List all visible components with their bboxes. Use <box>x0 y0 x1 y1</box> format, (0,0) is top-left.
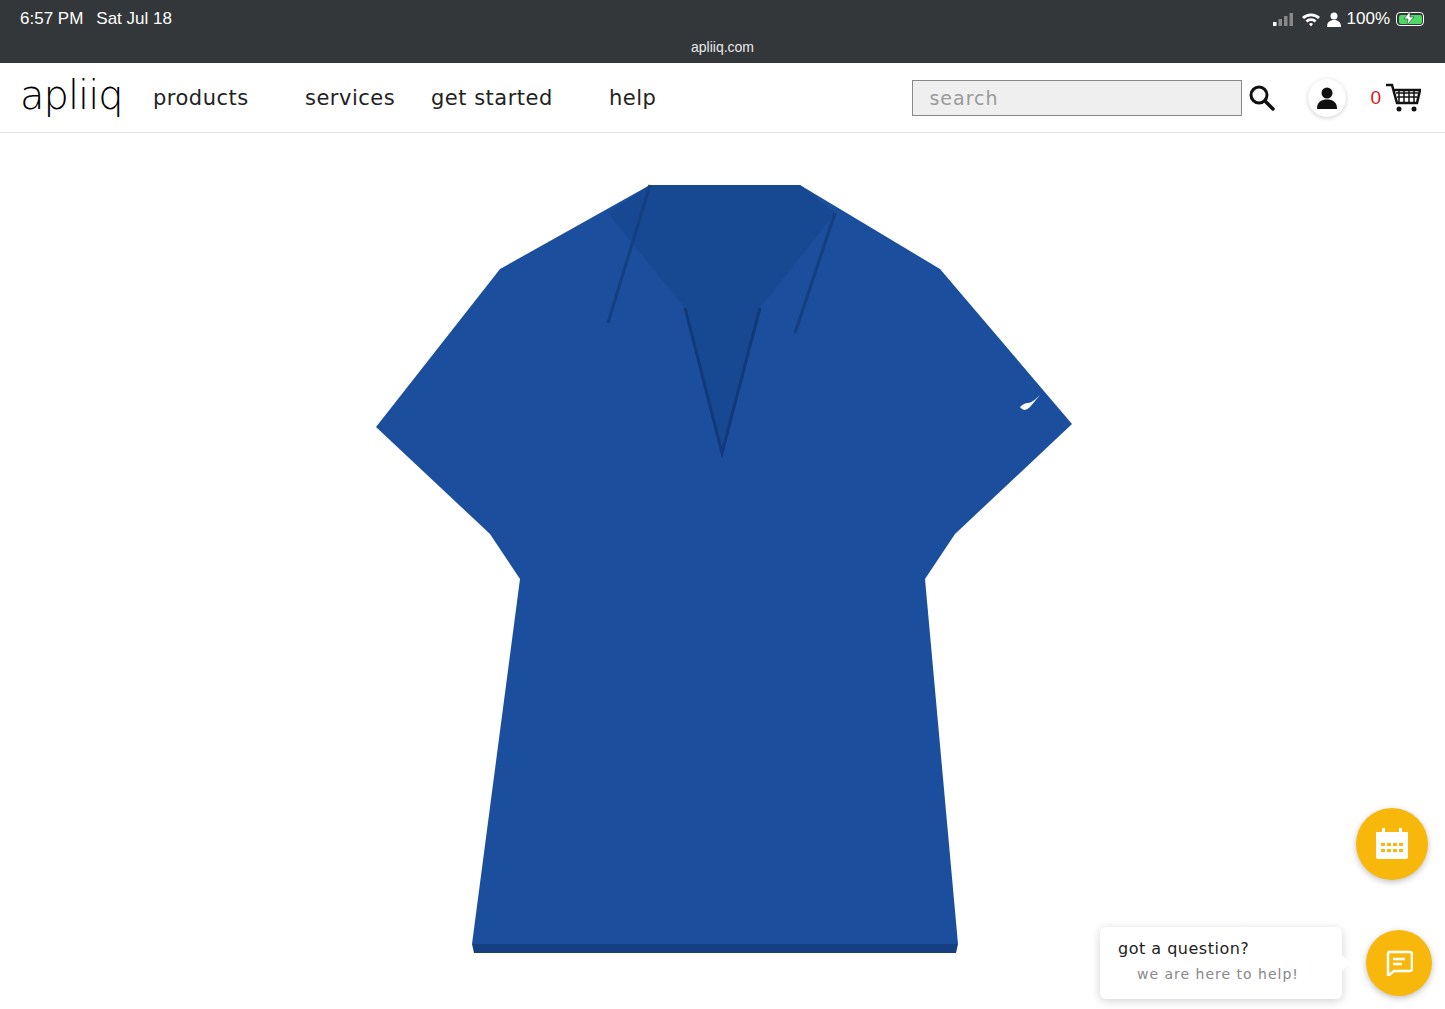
logo[interactable]: apliiq <box>20 75 153 121</box>
cart-icon[interactable] <box>1385 82 1421 114</box>
status-left: 6:57 PM Sat Jul 18 <box>20 9 172 29</box>
chat-title: got a question? <box>1118 939 1330 958</box>
search-field[interactable] <box>912 80 1242 116</box>
wifi-icon <box>1301 12 1321 27</box>
cart-count: 0 <box>1370 87 1381 109</box>
charging-icon <box>1404 11 1414 25</box>
date: Sat Jul 18 <box>96 9 172 29</box>
nav-item[interactable]: help <box>609 86 669 110</box>
nav-item[interactable]: services <box>305 86 431 110</box>
status-bar: 6:57 PM Sat Jul 18 100% apliiq.com <box>0 0 1445 63</box>
signal-icon <box>1273 12 1295 26</box>
calendar-button[interactable] <box>1356 808 1428 880</box>
nav-right: 0 <box>912 79 1421 117</box>
chat-prompt[interactable]: got a question? we are here to help! <box>1100 927 1342 999</box>
product-view <box>0 133 1445 1009</box>
battery-icon <box>1396 12 1424 26</box>
search-icon[interactable] <box>1248 84 1276 112</box>
chat-icon <box>1385 950 1413 976</box>
nav-item[interactable]: products <box>153 86 305 110</box>
time: 6:57 PM <box>20 9 83 29</box>
status-right: 100% <box>1273 9 1427 29</box>
account-icon <box>1317 87 1337 109</box>
chat-button[interactable] <box>1366 930 1432 996</box>
battery-percent: 100% <box>1347 9 1390 29</box>
nav-item[interactable]: get started <box>431 86 609 110</box>
account-button[interactable] <box>1308 79 1346 117</box>
nav-menu: productsservicesget startedhelp <box>153 86 669 110</box>
status-row: 6:57 PM Sat Jul 18 100% <box>0 0 1445 38</box>
site-nav: apliiqproductsservicesget startedhelp 0 <box>0 63 1445 133</box>
product-image <box>0 133 1445 1008</box>
chat-subtitle: we are here to help! <box>1118 966 1330 982</box>
calendar-icon <box>1375 828 1409 860</box>
url[interactable]: apliiq.com <box>0 38 1445 56</box>
person-icon <box>1327 12 1341 27</box>
